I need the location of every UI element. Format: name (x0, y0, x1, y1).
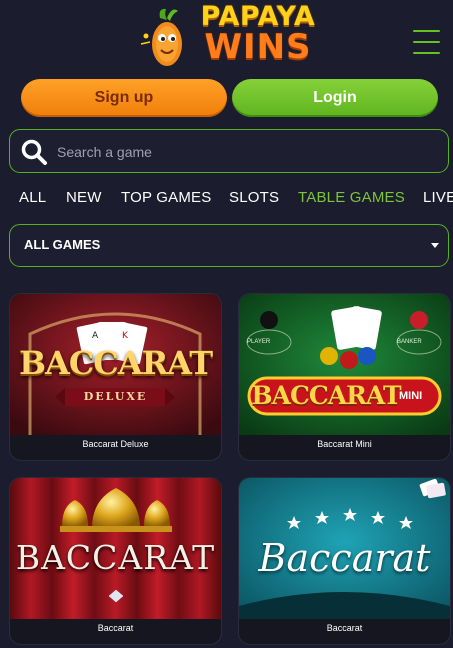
login-button[interactable]: Login (232, 79, 438, 117)
search-input[interactable] (55, 139, 439, 165)
art-title: BACCARAT (251, 381, 401, 410)
tab-top-games[interactable]: TOP GAMES (121, 189, 211, 206)
art-title: BACCARAT (15, 538, 216, 577)
games-filter-select[interactable]: ALL GAMES (9, 224, 449, 267)
category-tabs: ALL NEW TOP GAMES SLOTS TABLE GAMES LIVE (0, 184, 453, 212)
game-card-baccarat-mini[interactable]: PLAYER BANKER BACCARAT MINI Baccarat Min… (238, 293, 451, 461)
svg-text:A: A (92, 331, 99, 341)
tab-table-games[interactable]: TABLE GAMES (298, 189, 405, 206)
art-title: Baccarat (258, 536, 431, 580)
select-value: ALL GAMES (24, 237, 101, 252)
caret-down-icon (431, 243, 439, 248)
game-thumbnail: BACCARAT (10, 478, 221, 619)
game-title: Baccarat Deluxe (82, 439, 149, 449)
game-thumbnail: Baccarat (239, 478, 450, 619)
art-subtitle: DELUXE (83, 390, 148, 403)
game-thumbnail: PLAYER BANKER BACCARAT MINI (239, 294, 450, 435)
tab-all[interactable]: ALL (19, 189, 46, 206)
game-title: Baccarat (97, 623, 134, 633)
signup-button[interactable]: Sign up (21, 79, 227, 117)
papaya-mascot-icon (140, 8, 182, 66)
art-title: BACCARAT (18, 344, 213, 382)
game-card-baccarat-teal[interactable]: Baccarat Baccarat (238, 477, 451, 645)
search-bar (9, 129, 449, 173)
logo[interactable]: PAPAYA WINS (138, 2, 328, 70)
tab-new[interactable]: NEW (66, 189, 102, 206)
art-subtitle: MINI (399, 390, 423, 402)
tab-live[interactable]: LIVE (423, 189, 453, 206)
header: PAPAYA WINS (0, 0, 453, 72)
menu-icon[interactable] (413, 28, 441, 56)
game-title: Baccarat Mini (317, 439, 372, 449)
game-card-baccarat-classic[interactable]: BACCARAT Baccarat (9, 477, 222, 645)
game-card-baccarat-deluxe[interactable]: A K BACCARAT DELUXE Baccarat Deluxe (9, 293, 222, 461)
tab-slots[interactable]: SLOTS (229, 189, 279, 206)
search-icon (21, 139, 47, 165)
game-title: Baccarat (326, 623, 363, 633)
art-banker-label: BANKER (397, 339, 422, 345)
game-thumbnail: A K BACCARAT DELUXE (10, 294, 221, 435)
logo-line-2: WINS (204, 27, 312, 67)
logo-text: PAPAYA WINS (188, 2, 328, 67)
art-player-label: PLAYER (247, 339, 271, 345)
